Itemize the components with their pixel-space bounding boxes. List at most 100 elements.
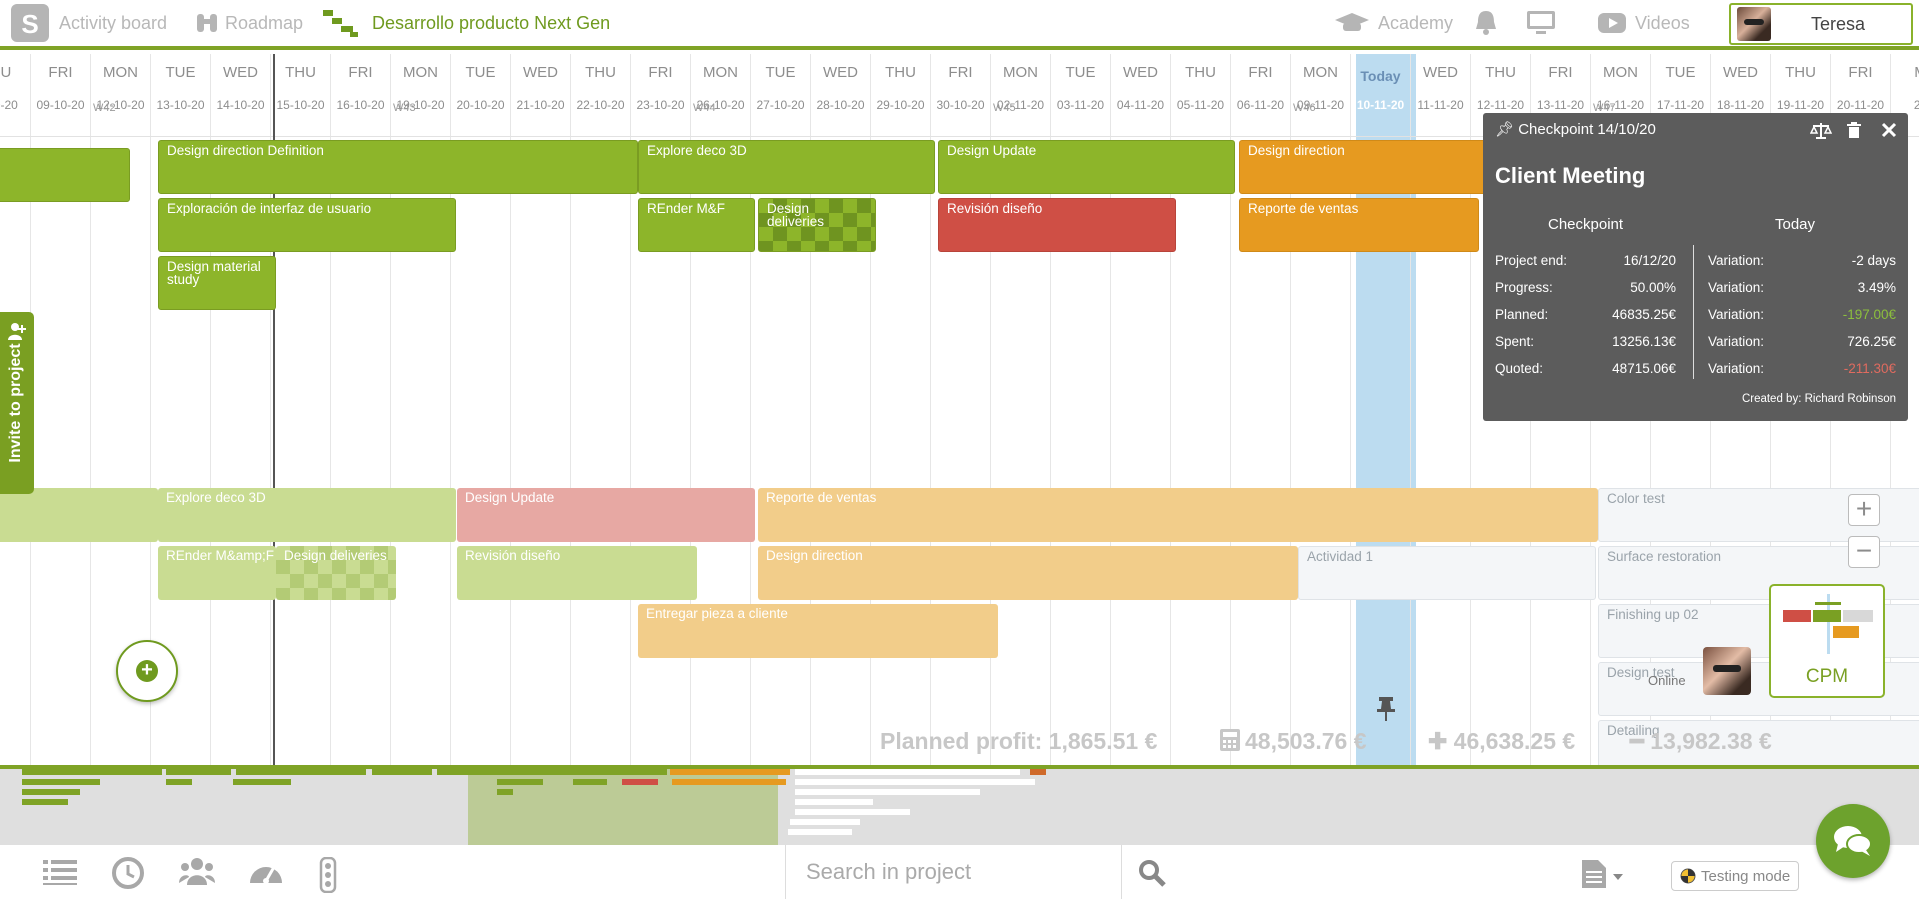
user-name: Teresa [1811,13,1866,34]
day-name: FRI [948,64,973,81]
popup-variation: 3.49% [1857,280,1896,295]
timeline-minimap[interactable] [0,769,1919,845]
cpm-label: CPM [1805,666,1849,687]
testing-mode-button[interactable]: Testing mode [1671,861,1799,891]
activity-bar-label: Revisión diseño [465,548,561,563]
roadmap-link[interactable]: Roadmap [195,0,303,46]
zoom-in-button[interactable]: + [1848,494,1880,526]
activity-bar[interactable]: REnder M&amp;F [158,546,276,600]
activity-bar[interactable]: Explore deco 3D [638,140,935,194]
income-total: ✚ 46,638.25 € [1428,728,1575,755]
videos-label: Videos [1635,12,1690,33]
user-menu[interactable]: Teresa [1729,3,1913,45]
expense-total-value: 13,982.38 € [1650,728,1772,754]
minimap-bar [573,779,607,785]
videos-link[interactable]: Videos [1597,0,1690,46]
popup-var-label: Variation: [1708,280,1765,295]
day-date: 27-10-20 [756,98,805,112]
project-selector[interactable]: Desarrollo producto Next Gen [322,0,610,46]
activity-bar[interactable]: Design direction [758,546,1298,600]
activity-bar[interactable]: Reporte de ventas [1239,198,1479,252]
minimap-bar [622,779,658,785]
checkpoint-pin-icon[interactable] [1376,696,1396,722]
cpm-chart-icon [1783,594,1873,654]
add-activity-button[interactable]: + [116,640,178,702]
day-date: 23-10-20 [636,98,685,112]
activity-bar[interactable]: Revisión diseño [938,198,1176,252]
plus-icon: + [136,660,158,682]
day-name: THU [885,64,916,81]
total-budget-value: 48,503.76 € [1245,728,1367,754]
search-icon[interactable] [1138,859,1166,887]
minimap-bar [233,779,291,785]
day-date: 04-11-20 [1116,98,1165,112]
popup-label: Spent: [1495,334,1535,349]
activity-bar[interactable]: Reporte de ventas [758,488,1598,542]
day-date: 30-10-20 [936,98,985,112]
online-label: Online [1648,673,1686,688]
day-name: TUE [765,64,796,81]
week-number: W45 [993,102,1016,114]
day-date: 16-10-20 [336,98,385,112]
trash-icon[interactable] [1846,121,1862,139]
activity-bar[interactable]: REnder M&F [638,198,755,252]
activity-bar-label: Design deliveries [767,201,825,229]
activity-bar[interactable]: Design Update [457,488,755,542]
activity-bar[interactable]: Actividad 1 [1298,546,1596,600]
day-name: FRI [1548,64,1573,81]
chat-button[interactable] [1816,804,1890,878]
activity-bar[interactable]: Design deliveries [758,198,876,252]
activity-bar[interactable] [0,488,158,542]
day-date: 19-11-20 [1776,98,1825,112]
chat-icon [1834,826,1872,856]
traffic-light-icon[interactable] [318,857,338,893]
activity-bar[interactable]: Explore deco 3D [158,488,456,542]
dashboard-gauge-icon[interactable] [248,857,284,887]
popup-divider [1693,245,1694,379]
day-date: 17-11-20 [1656,98,1705,112]
day-name: FRI [1248,64,1273,81]
zoom-out-button[interactable]: − [1848,536,1880,568]
day-name: WED [223,64,258,81]
activity-bar-label: Design Update [947,143,1037,158]
day-name: MON [103,64,138,81]
activity-bar[interactable]: Revisión diseño [457,546,697,600]
cpm-button[interactable]: CPM [1769,584,1885,698]
income-total-value: 46,638.25 € [1453,728,1576,754]
minimap-bar [672,779,786,785]
popup-var-label: Variation: [1708,361,1765,376]
search-input[interactable] [806,858,1106,886]
day-name: TUE [1665,64,1696,81]
monitor-icon[interactable] [1526,0,1556,46]
activity-bar[interactable]: Design Update [938,140,1235,194]
day-name: HU [0,64,12,81]
academy-link[interactable]: Academy [1334,0,1453,46]
activity-bar[interactable]: Exploración de interfaz de usuario [158,198,456,252]
app-logo-icon[interactable]: S [10,0,50,46]
close-icon[interactable] [1881,122,1897,138]
activity-bar[interactable]: Design material study [158,256,276,310]
day-name: WED [1723,64,1758,81]
popup-variation: 726.25€ [1847,334,1896,349]
scale-icon[interactable] [1810,122,1832,140]
activity-bar[interactable] [0,148,130,202]
day-date: 12-11-20 [1476,98,1525,112]
team-icon[interactable] [179,857,215,887]
activity-bar-label: Reporte de ventas [766,490,877,505]
activity-bar[interactable]: Entregar pieza a cliente [638,604,998,658]
bell-icon[interactable] [1473,0,1499,46]
activity-bar[interactable]: Design direction Definition [158,140,638,194]
day-date: 22-10-20 [576,98,625,112]
expense-total: ━ 13,982.38 € [1630,728,1772,755]
activity-board-link[interactable]: Activity board [59,0,167,46]
online-user-avatar[interactable] [1703,647,1751,695]
list-icon[interactable] [42,857,78,887]
day-name: WED [523,64,558,81]
day-name: THU [1785,64,1816,81]
day-name: TUE [165,64,196,81]
document-icon[interactable] [1580,859,1626,889]
activity-bar[interactable]: Design deliveries [276,546,396,600]
clock-icon[interactable] [112,857,144,889]
minimap-bar [795,789,980,795]
invite-to-project-tab[interactable]: Invite to project [0,312,34,494]
